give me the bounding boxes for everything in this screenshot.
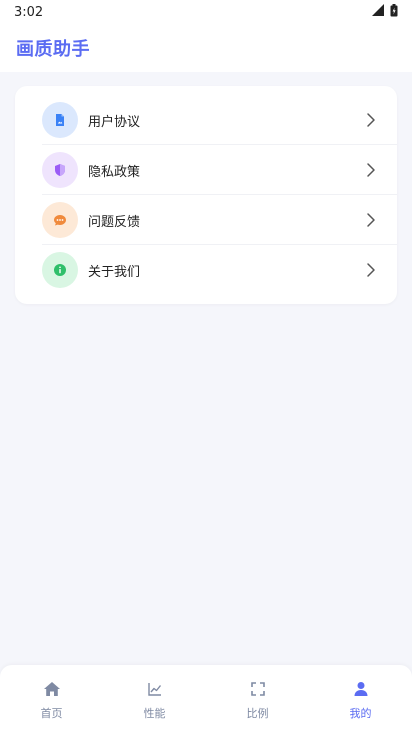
nav-label: 性能 bbox=[143, 707, 166, 720]
settings-menu-card: 用户协议 隐私政策 问题反馈 关于我们 bbox=[15, 86, 397, 304]
fullscreen-icon bbox=[250, 681, 266, 701]
chevron-right-icon bbox=[361, 110, 381, 130]
nav-item-home[interactable]: 首页 bbox=[0, 665, 103, 734]
menu-item-user-agreement[interactable]: 用户协议 bbox=[15, 95, 397, 145]
status-bar: 3:02 bbox=[0, 0, 412, 24]
chart-line-icon bbox=[147, 681, 163, 701]
bottom-nav: 首页 性能 比例 我的 bbox=[0, 665, 412, 734]
status-time: 3:02 bbox=[14, 4, 44, 20]
nav-label: 我的 bbox=[349, 707, 372, 720]
battery-icon bbox=[390, 3, 398, 21]
nav-label: 首页 bbox=[40, 707, 63, 720]
nav-item-aspect-ratio[interactable]: 比例 bbox=[206, 665, 309, 734]
chat-bubble-icon bbox=[42, 202, 78, 238]
chevron-right-icon bbox=[361, 260, 381, 280]
nav-item-profile[interactable]: 我的 bbox=[309, 665, 412, 734]
page-title: 画质助手 bbox=[16, 39, 90, 60]
signal-icon bbox=[372, 4, 384, 20]
menu-item-label: 用户协议 bbox=[88, 114, 141, 130]
info-icon bbox=[42, 252, 78, 288]
chevron-right-icon bbox=[361, 160, 381, 180]
menu-item-label: 隐私政策 bbox=[88, 164, 141, 180]
app-header: 画质助手 bbox=[0, 24, 412, 72]
menu-item-feedback[interactable]: 问题反馈 bbox=[15, 195, 397, 245]
shield-icon bbox=[42, 152, 78, 188]
menu-item-label: 关于我们 bbox=[88, 264, 141, 280]
nav-item-performance[interactable]: 性能 bbox=[103, 665, 206, 734]
menu-item-privacy-policy[interactable]: 隐私政策 bbox=[15, 145, 397, 195]
chevron-right-icon bbox=[361, 210, 381, 230]
status-icons bbox=[372, 3, 398, 21]
document-icon bbox=[42, 102, 78, 138]
nav-label: 比例 bbox=[246, 707, 269, 720]
user-icon bbox=[353, 681, 369, 701]
menu-item-about-us[interactable]: 关于我们 bbox=[15, 245, 397, 295]
home-icon bbox=[43, 681, 61, 701]
menu-item-label: 问题反馈 bbox=[88, 214, 141, 230]
